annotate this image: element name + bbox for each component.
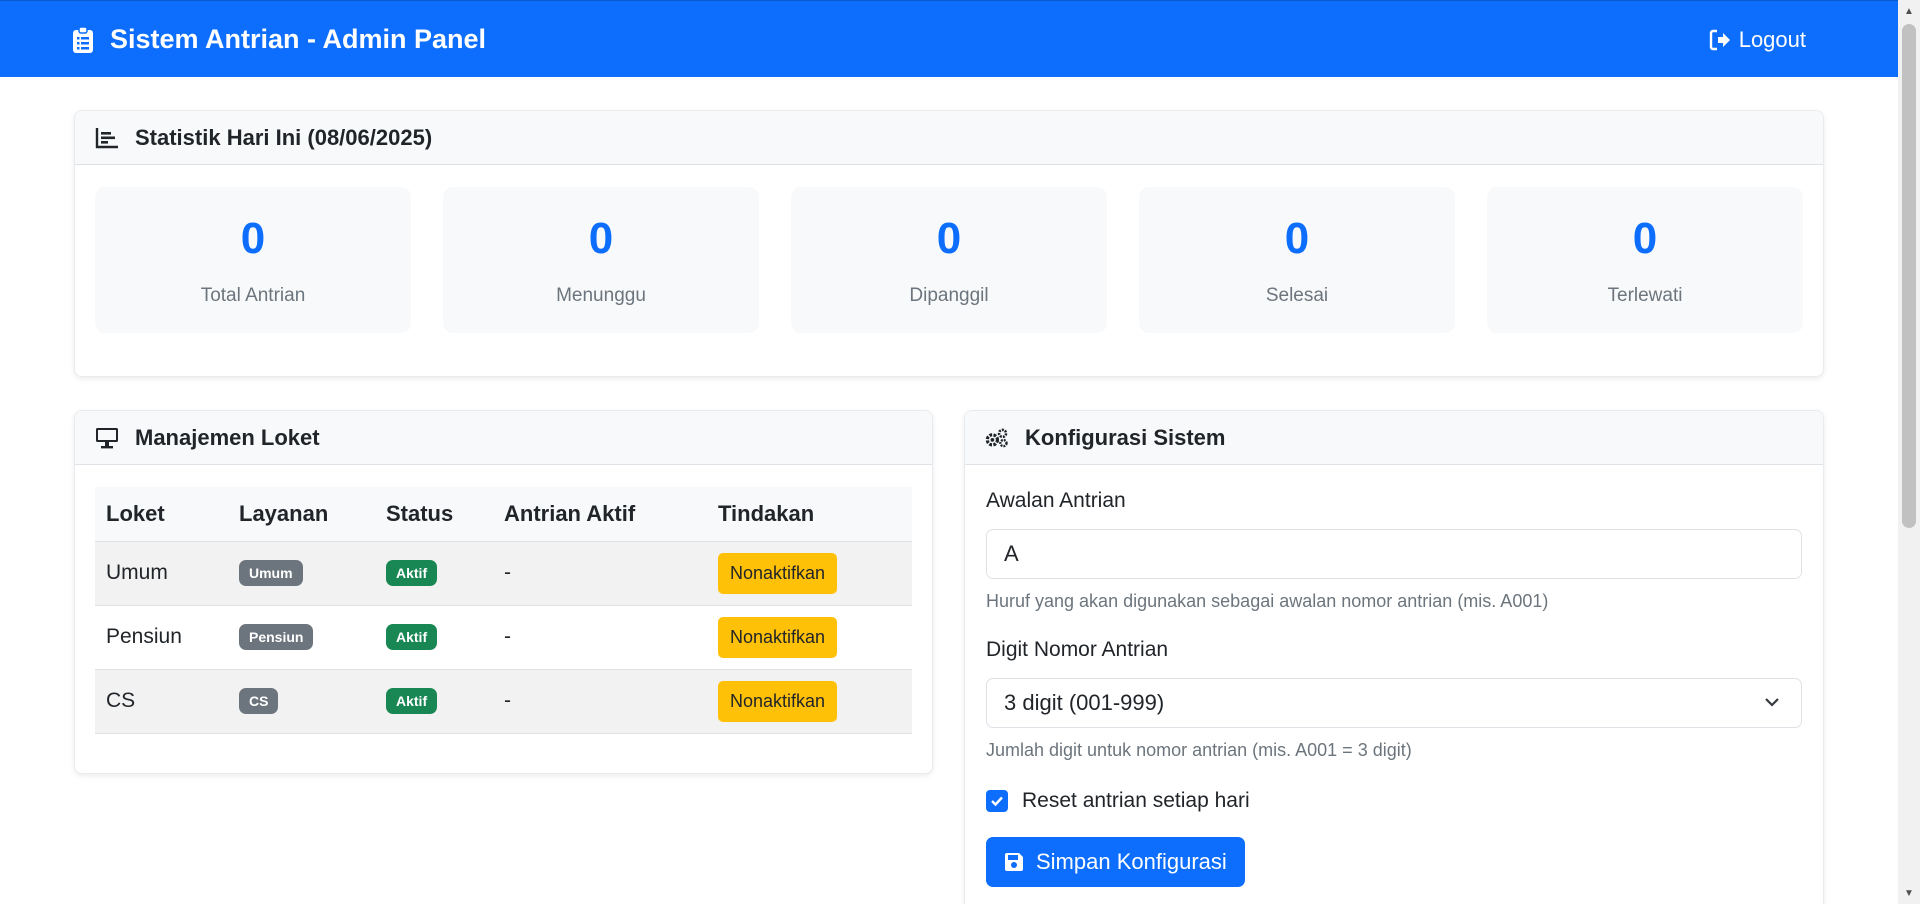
nonaktifkan-button[interactable]: Nonaktifkan (718, 680, 838, 722)
stat-value: 0 (1284, 214, 1310, 263)
column-header-antrian-aktif: Antrian Aktif (493, 487, 707, 542)
stat-selesai: 0 Selesai (1139, 187, 1455, 333)
layanan-badge: CS (239, 688, 279, 714)
navbar: Sistem Antrian - Admin Panel Logout (0, 0, 1898, 77)
clipboard-list-icon (73, 25, 93, 53)
stat-value: 0 (936, 214, 962, 263)
table-row: CS CS Aktif - Nonaktifkan (95, 669, 912, 734)
stat-value: 0 (1632, 214, 1658, 263)
reset-daily-checkbox-row[interactable]: Reset antrian setiap hari (986, 789, 1802, 813)
prefix-label: Awalan Antrian (986, 489, 1126, 512)
column-header-tindakan: Tindakan (707, 487, 912, 542)
stat-label: Selesai (1265, 285, 1329, 306)
status-badge: Aktif (386, 688, 438, 714)
digit-select-value: 3 digit (001-999) (1004, 690, 1165, 715)
antrian-aktif: - (493, 669, 707, 734)
loket-name: CS (95, 669, 228, 734)
stat-label: Total Antrian (200, 285, 306, 306)
stat-label: Dipanggil (909, 285, 989, 306)
nonaktifkan-button[interactable]: Nonaktifkan (718, 616, 838, 658)
status-badge: Aktif (386, 560, 438, 586)
stats-title: Statistik Hari Ini (08/06/2025) (135, 124, 433, 150)
loket-card: Manajemen Loket Loket Layanan Status Ant… (74, 410, 933, 774)
table-row: Umum Umum Aktif - Nonaktifkan (95, 541, 912, 606)
chevron-down-icon (1765, 698, 1779, 707)
table-row: Pensiun Pensiun Aktif - Nonaktifkan (95, 605, 912, 670)
save-icon (1005, 853, 1023, 871)
stats-card: Statistik Hari Ini (08/06/2025) 0 Total … (74, 110, 1824, 377)
status-badge: Aktif (386, 624, 438, 650)
stat-dipanggil: 0 Dipanggil (791, 187, 1107, 333)
column-header-loket: Loket (95, 487, 228, 542)
stat-total-antrian: 0 Total Antrian (95, 187, 411, 333)
brand[interactable]: Sistem Antrian - Admin Panel (72, 1, 486, 78)
table-header-row: Loket Layanan Status Antrian Aktif Tinda… (95, 487, 912, 542)
config-title: Konfigurasi Sistem (1025, 424, 1226, 450)
chart-bar-icon (95, 127, 118, 148)
sign-out-icon (1709, 29, 1730, 50)
scroll-thumb[interactable] (1902, 24, 1916, 528)
save-config-label: Simpan Konfigurasi (1036, 849, 1227, 874)
stats-card-header: Statistik Hari Ini (08/06/2025) (75, 111, 1823, 165)
stat-terlewati: 0 Terlewati (1487, 187, 1803, 333)
cogs-icon (985, 428, 1008, 447)
check-icon (991, 796, 1003, 807)
stat-label: Terlewati (1607, 285, 1683, 306)
config-form: Awalan Antrian A Huruf yang akan digunak… (986, 489, 1802, 887)
config-card: Konfigurasi Sistem Awalan Antrian A Huru… (964, 410, 1824, 904)
loket-card-header: Manajemen Loket (75, 411, 932, 465)
loket-table: Loket Layanan Status Antrian Aktif Tinda… (95, 487, 912, 734)
prefix-input[interactable]: A (986, 529, 1802, 579)
layanan-badge: Umum (239, 560, 303, 586)
antrian-aktif: - (493, 541, 707, 606)
page-scrollbar[interactable]: ▲ ▼ (1898, 0, 1920, 904)
loket-name: Umum (95, 541, 228, 606)
scroll-down-arrow-icon[interactable]: ▼ (1898, 882, 1920, 904)
stat-menunggu: 0 Menunggu (443, 187, 759, 333)
stat-value: 0 (240, 214, 266, 263)
column-header-status: Status (375, 487, 493, 542)
config-card-header: Konfigurasi Sistem (965, 411, 1823, 465)
reset-daily-checkbox[interactable] (986, 790, 1008, 812)
loket-name: Pensiun (95, 605, 228, 670)
digit-help-text: Jumlah digit untuk nomor antrian (mis. A… (986, 740, 1412, 760)
scroll-up-arrow-icon[interactable]: ▲ (1898, 0, 1920, 22)
digit-label: Digit Nomor Antrian (986, 638, 1169, 661)
digit-select[interactable]: 3 digit (001-999) (986, 678, 1802, 728)
reset-daily-label: Reset antrian setiap hari (1022, 789, 1250, 812)
save-config-button[interactable]: Simpan Konfigurasi (986, 837, 1245, 887)
loket-title: Manajemen Loket (135, 424, 320, 450)
app-title: Sistem Antrian - Admin Panel (110, 24, 487, 54)
desktop-icon (96, 427, 118, 448)
layanan-badge: Pensiun (239, 624, 314, 650)
antrian-aktif: - (493, 605, 707, 670)
prefix-help-text: Huruf yang akan digunakan sebagai awalan… (986, 591, 1549, 611)
logout-label: Logout (1738, 26, 1806, 52)
stat-label: Menunggu (556, 285, 646, 306)
logout-link[interactable]: Logout (1709, 1, 1806, 78)
stat-value: 0 (588, 214, 614, 263)
nonaktifkan-button[interactable]: Nonaktifkan (718, 552, 838, 594)
column-header-layanan: Layanan (228, 487, 375, 542)
